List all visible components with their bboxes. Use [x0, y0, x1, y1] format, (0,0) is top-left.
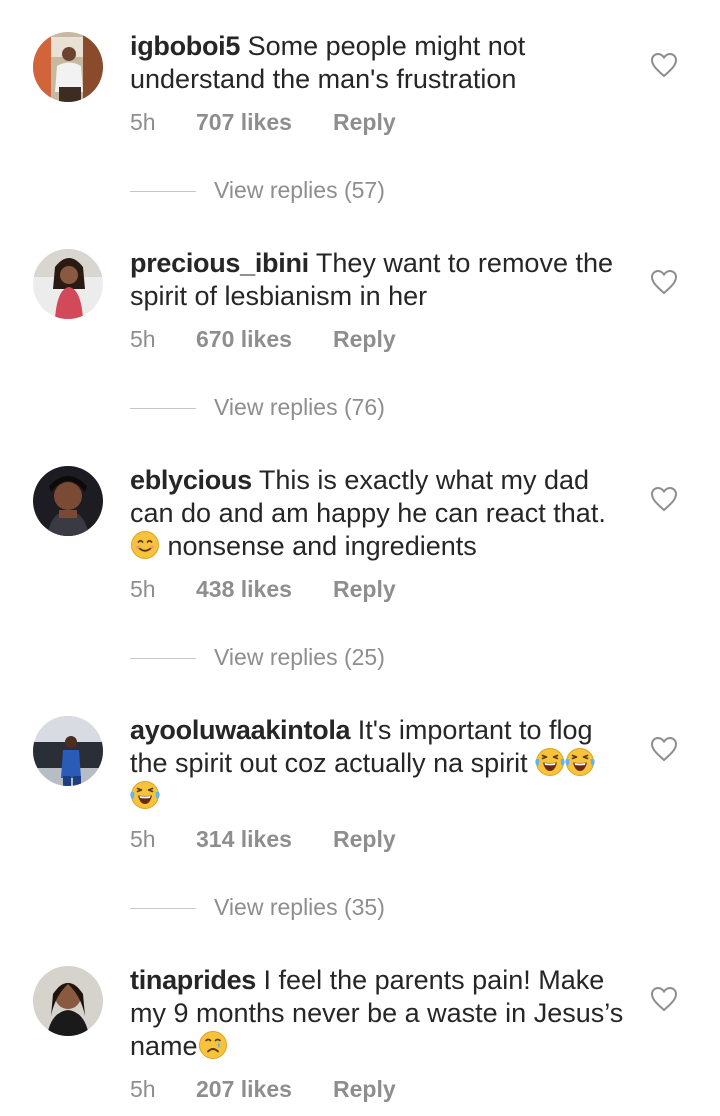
divider-line [130, 191, 196, 193]
view-replies-button[interactable]: View replies (57) [130, 175, 385, 205]
view-replies-label: View replies (25) [214, 644, 385, 670]
comment-username[interactable]: ayooluwaakintola [130, 715, 351, 745]
comment-time: 5h [130, 326, 156, 352]
comment-meta: 5h 207 likes Reply [130, 1074, 396, 1104]
avatar[interactable] [33, 466, 103, 536]
comment-time: 5h [130, 1076, 156, 1102]
view-replies-button[interactable]: View replies (76) [130, 392, 385, 422]
view-replies-label: View replies (57) [214, 177, 385, 203]
comment-body-continued: nonsense and ingredients [160, 531, 477, 561]
avatar[interactable] [33, 966, 103, 1036]
comment-username[interactable]: eblycious [130, 465, 252, 495]
comment-username[interactable]: precious_ibini [130, 248, 309, 278]
view-replies-label: View replies (76) [214, 394, 385, 420]
like-heart-icon[interactable] [650, 736, 678, 762]
smiling-face-emoji-icon [130, 530, 160, 560]
divider-line [130, 908, 196, 910]
comment-text: igboboi5 Some people might not understan… [130, 30, 630, 96]
comment-text: ayooluwaakintola It's important to flog … [130, 714, 630, 813]
comment-meta: 5h 670 likes Reply [130, 324, 396, 354]
comment-likes[interactable]: 207 likes [196, 1074, 333, 1104]
reply-button[interactable]: Reply [333, 324, 396, 354]
comment-text: eblycious This is exactly what my dad ca… [130, 464, 630, 563]
tears-of-joy-emoji-icon [130, 780, 160, 810]
tears-of-joy-emoji-icon [565, 747, 595, 777]
comment-likes[interactable]: 670 likes [196, 324, 333, 354]
like-heart-icon[interactable] [650, 986, 678, 1012]
view-replies-label: View replies (35) [214, 894, 385, 920]
divider-line [130, 408, 196, 410]
view-replies-button[interactable]: View replies (25) [130, 642, 385, 672]
comment-text: tinaprides I feel the parents pain! Make… [130, 964, 630, 1063]
comment-username[interactable]: igboboi5 [130, 31, 240, 61]
comment-time: 5h [130, 576, 156, 602]
comment-meta: 5h 707 likes Reply [130, 107, 396, 137]
reply-button[interactable]: Reply [333, 574, 396, 604]
comment-meta: 5h 314 likes Reply [130, 824, 396, 854]
reply-button[interactable]: Reply [333, 1074, 396, 1104]
crying-face-emoji-icon [198, 1030, 228, 1060]
like-heart-icon[interactable] [650, 52, 678, 78]
comment-time: 5h [130, 109, 156, 135]
reply-button[interactable]: Reply [333, 107, 396, 137]
comment-text: precious_ibini They want to remove the s… [130, 247, 630, 313]
avatar[interactable] [33, 249, 103, 319]
comment-time: 5h [130, 826, 156, 852]
view-replies-button[interactable]: View replies (35) [130, 892, 385, 922]
avatar[interactable] [33, 32, 103, 102]
comment-meta: 5h 438 likes Reply [130, 574, 396, 604]
comment-username[interactable]: tinaprides [130, 965, 256, 995]
like-heart-icon[interactable] [650, 486, 678, 512]
tears-of-joy-emoji-icon [535, 747, 565, 777]
reply-button[interactable]: Reply [333, 824, 396, 854]
comment-likes[interactable]: 707 likes [196, 107, 333, 137]
comment-likes[interactable]: 314 likes [196, 824, 333, 854]
comment-likes[interactable]: 438 likes [196, 574, 333, 604]
avatar[interactable] [33, 716, 103, 786]
like-heart-icon[interactable] [650, 269, 678, 295]
divider-line [130, 658, 196, 660]
